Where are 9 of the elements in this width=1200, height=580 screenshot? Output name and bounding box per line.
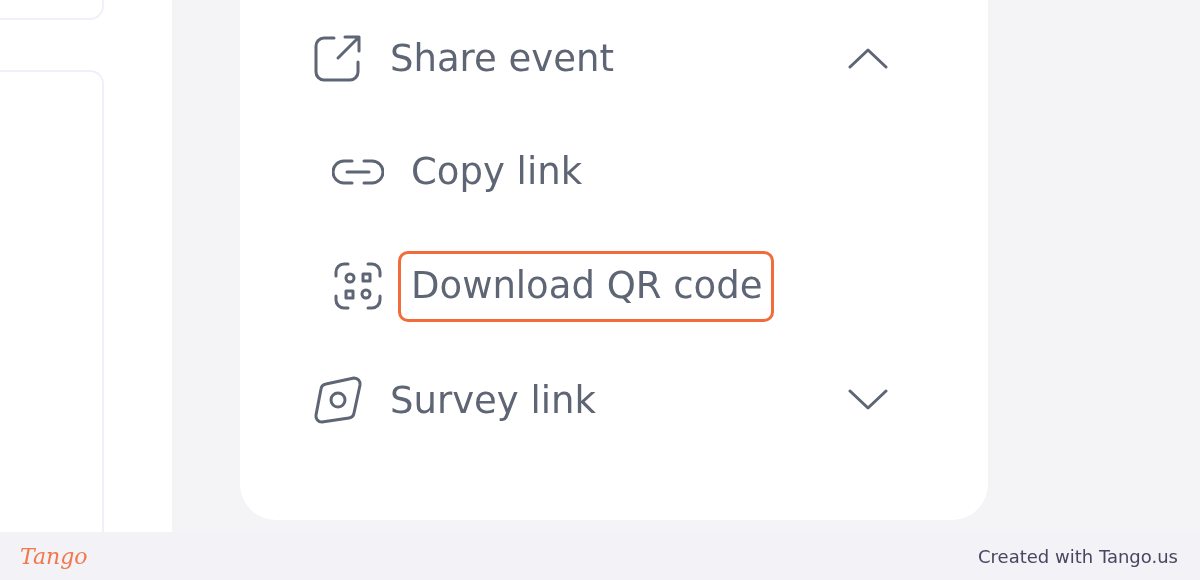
menu-item[interactable]: Copy link xyxy=(312,115,888,229)
accordion-header[interactable]: Survey link xyxy=(312,343,888,457)
menu-item[interactable]: Download QR code xyxy=(312,229,888,343)
qr-scan-icon xyxy=(332,260,384,312)
accordion-header[interactable]: Share event xyxy=(312,1,888,115)
link-icon xyxy=(332,157,384,187)
credit-text: Created with Tango.us xyxy=(978,545,1178,567)
tango-logo: Tango xyxy=(20,543,88,569)
survey-icon xyxy=(312,374,364,426)
